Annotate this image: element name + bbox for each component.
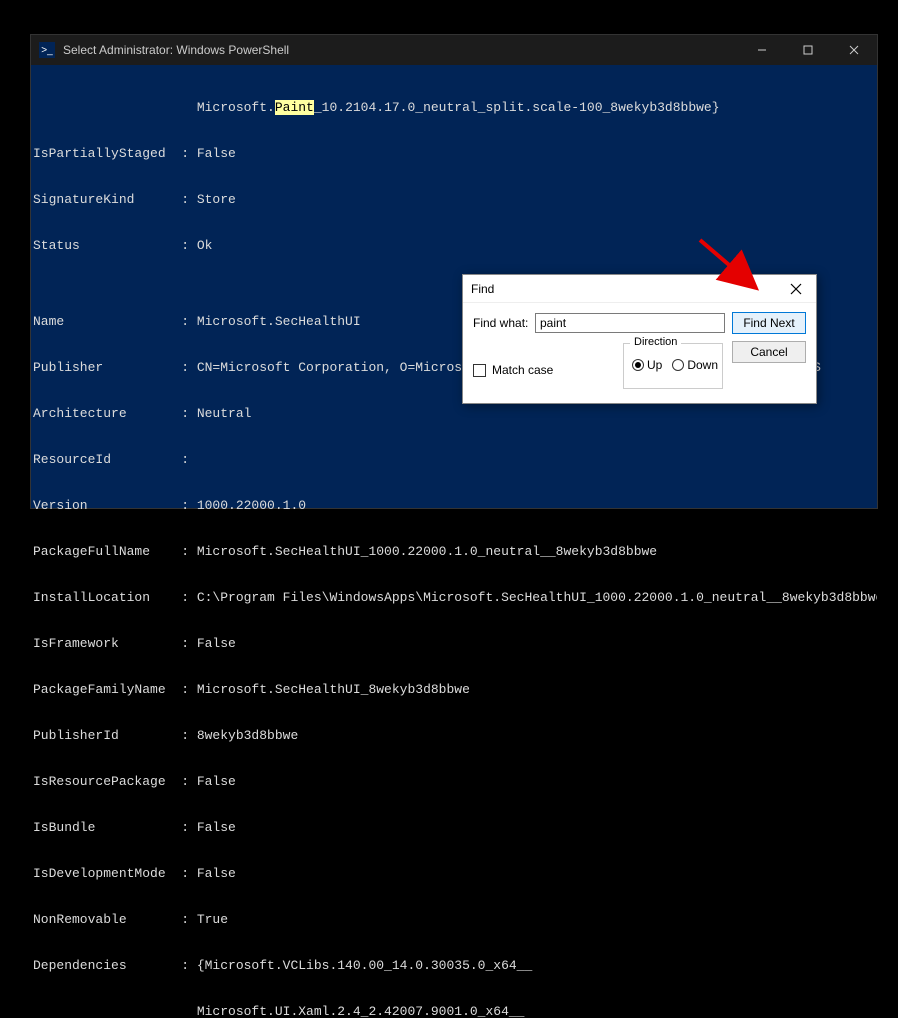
find-dialog: Find Find what: Find Next Cancel Match c…: [462, 274, 817, 404]
minimize-button[interactable]: [739, 35, 785, 65]
output-line: Dependencies : {Microsoft.VCLibs.140.00_…: [33, 958, 875, 973]
output-line: Architecture : Neutral: [33, 406, 875, 421]
output-line: PublisherId : 8wekyb3d8bbwe: [33, 728, 875, 743]
find-what-input[interactable]: [535, 313, 725, 333]
radio-icon: [632, 359, 644, 371]
find-dialog-title: Find: [471, 282, 784, 296]
window-controls: [739, 35, 877, 65]
powershell-window: >_ Select Administrator: Windows PowerSh…: [30, 34, 878, 509]
output-line: Microsoft.UI.Xaml.2.4_2.42007.9001.0_x64…: [33, 1004, 875, 1018]
direction-down-radio[interactable]: Down: [672, 358, 718, 372]
output-line: Status : Ok: [33, 238, 875, 253]
direction-group: Direction Up Down: [623, 343, 723, 389]
output-line: IsFramework : False: [33, 636, 875, 651]
highlighted-match: Paint: [275, 100, 314, 115]
output-line: ResourceId :: [33, 452, 875, 467]
window-title: Select Administrator: Windows PowerShell: [63, 43, 739, 57]
match-case-checkbox[interactable]: Match case: [473, 363, 553, 377]
output-line: IsBundle : False: [33, 820, 875, 835]
titlebar: >_ Select Administrator: Windows PowerSh…: [31, 35, 877, 65]
output-line: SignatureKind : Store: [33, 192, 875, 207]
powershell-icon: >_: [39, 42, 55, 58]
close-icon: [790, 283, 802, 295]
find-next-button[interactable]: Find Next: [732, 312, 806, 334]
cancel-button[interactable]: Cancel: [732, 341, 806, 363]
maximize-button[interactable]: [785, 35, 831, 65]
direction-up-radio[interactable]: Up: [632, 358, 662, 372]
output-line: NonRemovable : True: [33, 912, 875, 927]
find-what-label: Find what:: [473, 316, 528, 330]
match-case-label: Match case: [492, 363, 553, 377]
output-line: PackageFamilyName : Microsoft.SecHealthU…: [33, 682, 875, 697]
output-line: Microsoft.Paint_10.2104.17.0_neutral_spl…: [33, 100, 875, 115]
find-close-button[interactable]: [784, 277, 808, 301]
direction-legend: Direction: [630, 336, 681, 348]
checkbox-icon: [473, 364, 486, 377]
find-dialog-body: Find what: Find Next Cancel Match case D…: [463, 303, 816, 403]
output-line: Version : 1000.22000.1.0: [33, 498, 875, 513]
output-line: IsDevelopmentMode : False: [33, 866, 875, 881]
output-line: IsResourcePackage : False: [33, 774, 875, 789]
close-button[interactable]: [831, 35, 877, 65]
terminal-output[interactable]: Microsoft.Paint_10.2104.17.0_neutral_spl…: [31, 65, 877, 1018]
output-line: InstallLocation : C:\Program Files\Windo…: [33, 590, 875, 605]
radio-icon: [672, 359, 684, 371]
output-line: IsPartiallyStaged : False: [33, 146, 875, 161]
output-line: PackageFullName : Microsoft.SecHealthUI_…: [33, 544, 875, 559]
find-dialog-header[interactable]: Find: [463, 275, 816, 303]
